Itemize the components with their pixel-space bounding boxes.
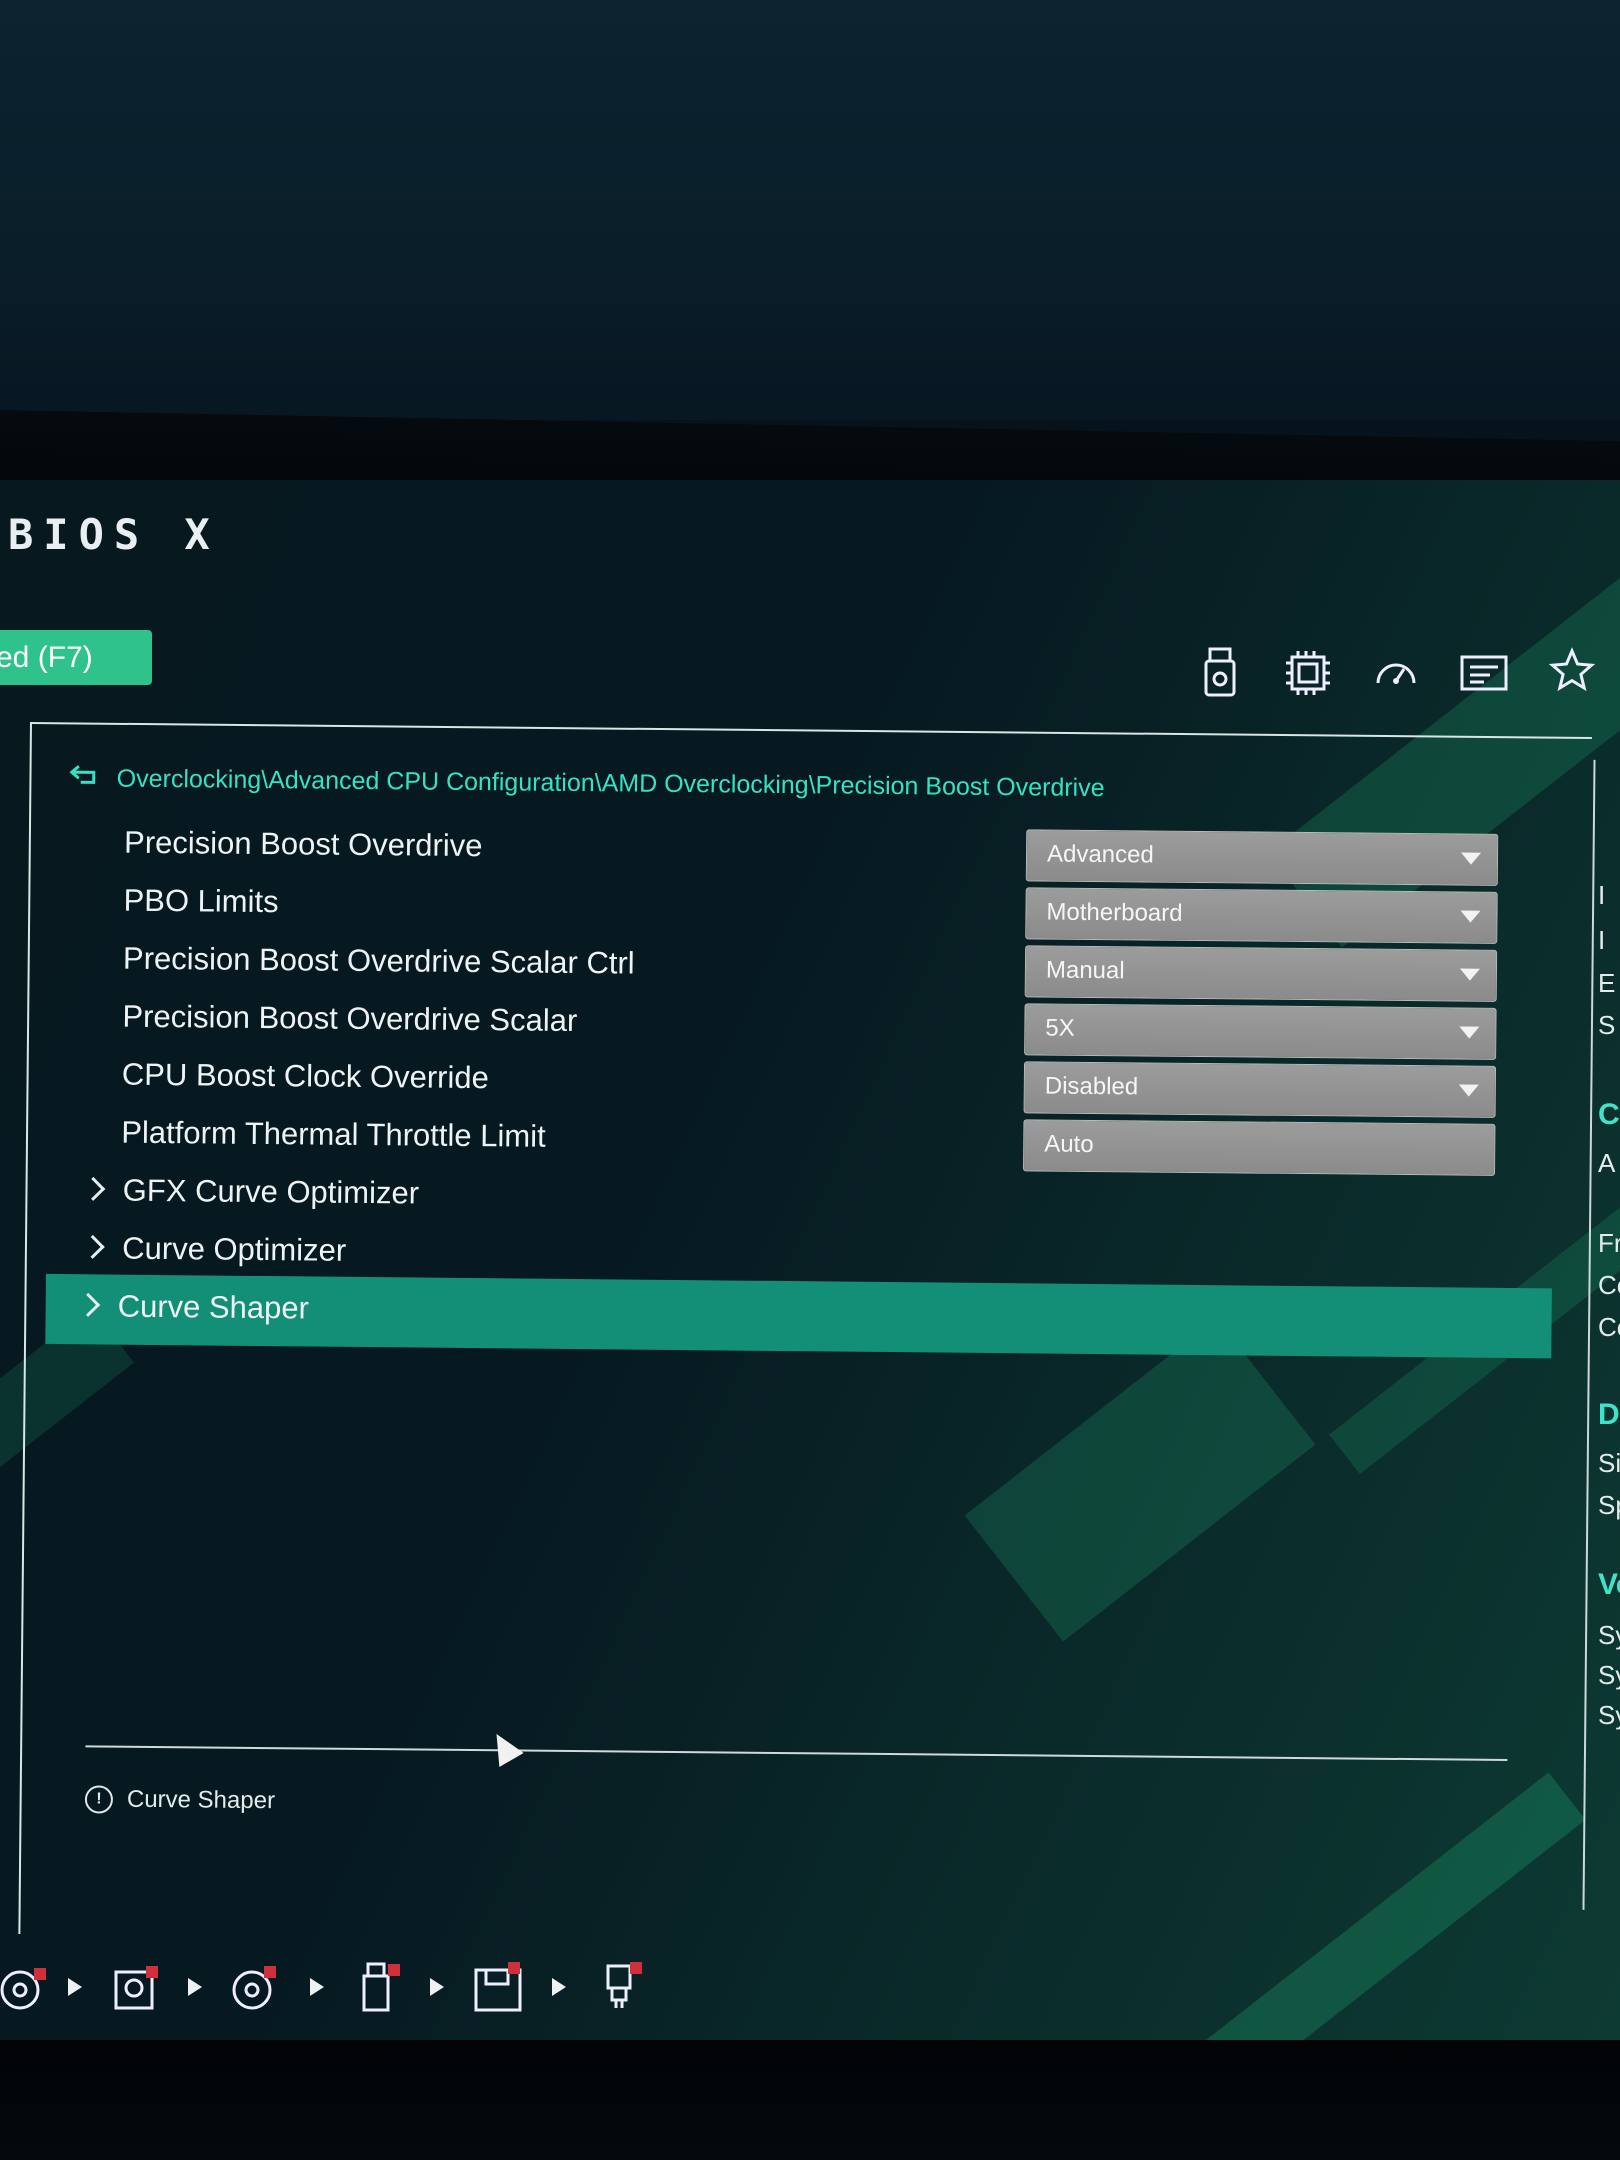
breadcrumb-path[interactable]: Overclocking\Advanced CPU Configuration\… (117, 765, 1105, 803)
usb-icon[interactable] (358, 1960, 408, 2014)
help-text-area: ! Curve Shaper (84, 1785, 276, 1815)
right-panel-heading: C (1598, 1098, 1620, 1131)
setting-label: PBO Limits (123, 882, 279, 920)
right-panel-heading: DI (1598, 1398, 1620, 1431)
chevron-down-icon (1460, 910, 1481, 923)
floppy-icon[interactable] (474, 1960, 524, 2014)
cpu-chip-icon[interactable] (1284, 645, 1332, 701)
hdd-icon[interactable] (0, 1960, 50, 2014)
right-panel-text: I (1598, 880, 1606, 910)
setting-label: CPU Boost Clock Override (121, 1056, 489, 1096)
info-icon: ! (84, 1785, 114, 1814)
right-panel-text: Fr (1598, 1228, 1620, 1258)
boot-order-arrow-icon (430, 1978, 444, 1996)
right-panel-text: S (1598, 1010, 1616, 1040)
chevron-down-icon (1459, 968, 1480, 981)
right-panel-text: Sys (1598, 1660, 1620, 1690)
back-arrow-icon[interactable] (69, 762, 101, 795)
hdd-icon[interactable] (230, 1960, 280, 2014)
setting-label: Precision Boost Overdrive Scalar Ctrl (122, 940, 635, 981)
right-panel-text: Co (1598, 1312, 1620, 1342)
boot-order-arrow-icon (68, 1978, 82, 1996)
dropdown-value: Manual (1045, 956, 1125, 985)
monitor-info-icon[interactable] (1460, 645, 1508, 701)
boot-order-arrow-icon (552, 1978, 566, 1996)
usb-drive-icon[interactable] (1196, 645, 1244, 701)
right-panel-heading: Vo (1598, 1568, 1620, 1601)
background-wall (0, 0, 1620, 420)
right-panel-text: Sp (1598, 1490, 1620, 1520)
boot-order-arrow-icon (310, 1978, 324, 1996)
star-icon[interactable] (1548, 645, 1596, 701)
disk-icon[interactable] (112, 1960, 162, 2014)
usb-key-icon[interactable] (600, 1960, 650, 2014)
submenu-curve-shaper[interactable]: Curve Shaper (45, 1273, 1552, 1359)
field-value: Auto (1044, 1130, 1094, 1158)
chevron-down-icon (1460, 852, 1482, 865)
setting-label: Precision Boost Overdrive (123, 824, 483, 864)
chevron-right-icon (76, 1292, 101, 1317)
divider (85, 1745, 1508, 1761)
right-panel-text: Siz (1598, 1448, 1620, 1478)
desk-foreground (0, 2040, 1620, 2160)
dropdown-value: Advanced (1046, 840, 1154, 869)
chevron-down-icon (1458, 1084, 1479, 1097)
bios-logo: BIOS X (8, 510, 220, 559)
mode-toggle-button[interactable]: ed (F7) (0, 630, 152, 685)
setting-label: Platform Thermal Throttle Limit (121, 1114, 546, 1154)
submenu-label: GFX Curve Optimizer (122, 1172, 420, 1211)
dropdown-value: Disabled (1044, 1072, 1139, 1101)
right-panel-text: Sys (1598, 1700, 1620, 1730)
chevron-right-icon (80, 1234, 105, 1259)
submenu-label: Curve Shaper (117, 1288, 310, 1326)
breadcrumb: Overclocking\Advanced CPU Configuration\… (69, 762, 1105, 805)
gauge-icon[interactable] (1372, 645, 1420, 701)
help-text: Curve Shaper (126, 1785, 276, 1815)
right-panel-text: Co (1598, 1270, 1620, 1300)
submenu-label: Curve Optimizer (122, 1230, 347, 1268)
right-panel-text: E (1598, 968, 1616, 998)
top-toolbar (1196, 645, 1596, 701)
chevron-down-icon (1459, 1026, 1480, 1039)
boot-order-arrow-icon (188, 1978, 202, 1996)
dropdown-value: Motherboard (1046, 898, 1183, 927)
chevron-right-icon (81, 1176, 106, 1201)
settings-panel: Overclocking\Advanced CPU Configuration\… (44, 750, 1565, 1914)
dropdown-value: 5X (1045, 1014, 1075, 1042)
right-panel-text: A (1598, 1148, 1616, 1178)
setting-label: Precision Boost Overdrive Scalar (122, 998, 578, 1039)
right-panel-text: I (1598, 925, 1606, 955)
right-panel-text: Sys (1598, 1620, 1620, 1650)
